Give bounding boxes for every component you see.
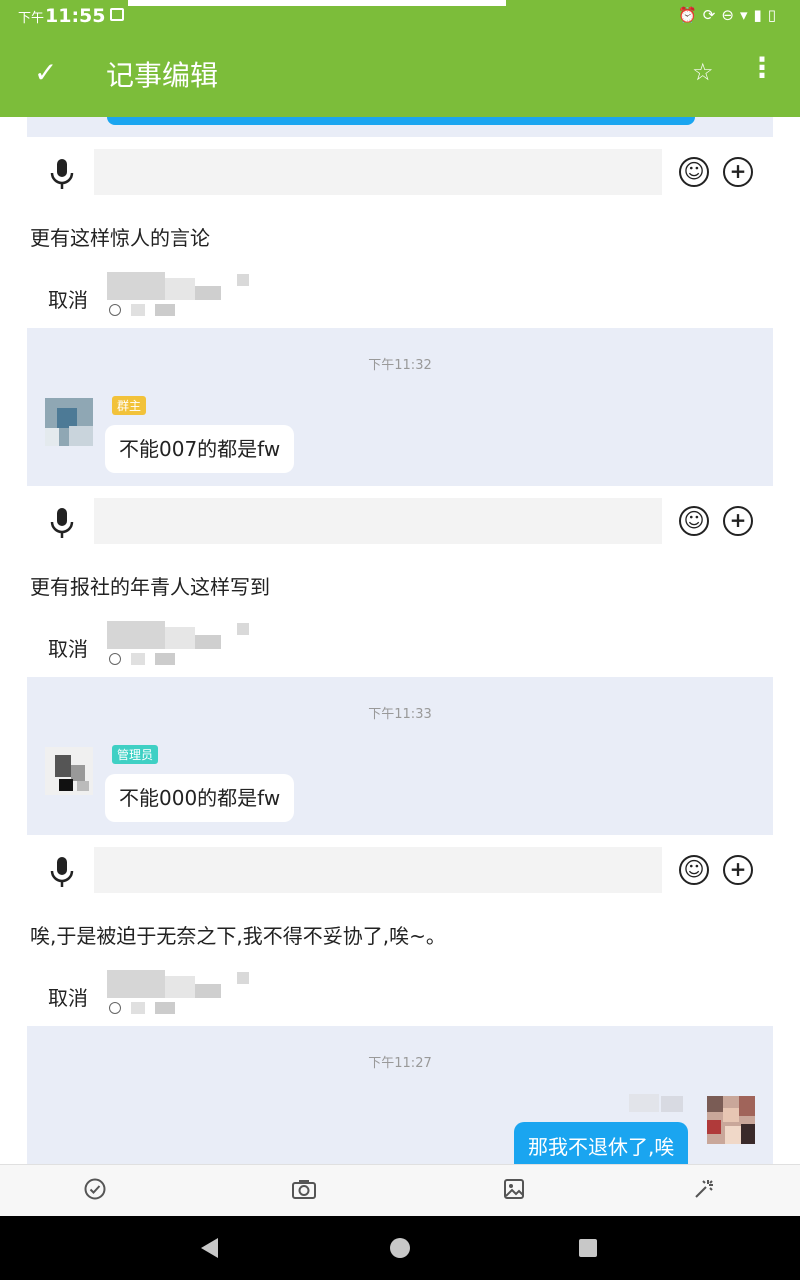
cancel-button[interactable]: 取消 [48,982,88,1011]
add-icon[interactable]: + [723,506,753,536]
confirm-check-icon[interactable]: ✓ [34,56,57,89]
avatar [707,1096,755,1144]
chat-input-row: ☺ + [0,149,800,197]
bottom-toolbar [0,1164,800,1217]
emoji-icon[interactable]: ☺ [679,855,709,885]
emoji-icon[interactable]: ☺ [679,506,709,536]
page-title: 记事编辑 [106,59,219,92]
emoji-icon[interactable]: ☺ [679,157,709,187]
chat-input-field[interactable] [94,149,662,195]
system-icons: ⏰⟳⊖▾▮▯ [678,6,782,24]
chat-screenshot: 下午11:27 那我不退休了,唉 [27,1026,773,1164]
chat-timestamp: 下午11:27 [368,1056,432,1071]
avatar [45,747,93,795]
image-icon[interactable] [501,1177,527,1203]
note-text-line: 更有报社的年青人这样写到 [30,575,270,599]
status-time: 下午11:55 [18,5,106,27]
owner-badge: 群主 [112,396,147,415]
avatar [45,398,93,446]
microphone-icon[interactable] [46,506,78,540]
chat-input-field[interactable] [94,498,662,544]
more-options-icon[interactable]: ⋮ [748,54,776,82]
cancel-row: 取消 [0,621,800,681]
microphone-icon[interactable] [46,157,78,191]
image-notification-icon [110,8,124,21]
overlay-bar [128,0,506,6]
app-bar: ✓ 记事编辑 ☆ ⋮ [0,32,800,117]
microphone-icon[interactable] [46,855,78,889]
recent-apps-icon[interactable] [579,1239,597,1257]
checklist-icon[interactable] [82,1177,108,1203]
chat-input-row: ☺ + [0,498,800,546]
chat-input-field[interactable] [94,847,662,893]
cancel-row: 取消 [0,970,800,1030]
note-content[interactable]: ☺ + 更有这样惊人的言论 取消 下午11:32 群主 不能007的都是fw ☺… [0,117,800,1164]
alarm-icon: ⏰ [678,6,703,24]
camera-icon[interactable] [291,1177,317,1203]
add-icon[interactable]: + [723,855,753,885]
battery-icon: ▯ [767,6,782,24]
add-icon[interactable]: + [723,157,753,187]
note-text-line: 唉,于是被迫于无奈之下,我不得不妥协了,唉~。 [30,924,446,948]
chat-screenshot-partial [27,117,773,137]
chat-bubble: 不能007的都是fw [105,425,295,473]
chat-bubble: 不能000的都是fw [105,774,295,822]
back-icon[interactable] [201,1238,218,1258]
chat-screenshot: 下午11:32 群主 不能007的都是fw [27,328,773,486]
chat-timestamp: 下午11:32 [368,358,432,373]
cancel-row: 取消 [0,272,800,332]
cancel-button[interactable]: 取消 [48,284,88,313]
cancel-button[interactable]: 取消 [48,633,88,662]
admin-badge: 管理员 [112,745,159,764]
chat-bubble-self: 那我不退休了,唉 [514,1122,689,1164]
navigation-bar [0,1216,800,1280]
magic-wand-icon[interactable] [691,1177,717,1203]
dnd-icon: ⊖ [721,6,740,24]
signal-icon: ▮ [753,6,768,24]
chat-timestamp: 下午11:33 [368,707,432,722]
star-icon[interactable]: ☆ [692,58,714,86]
home-icon[interactable] [390,1238,410,1258]
status-bar: 下午11:55 ⏰⟳⊖▾▮▯ [0,0,800,32]
chat-screenshot: 下午11:33 管理员 不能000的都是fw [27,677,773,835]
sync-icon: ⟳ [702,6,722,24]
wifi-icon: ▾ [739,6,754,24]
chat-input-row: ☺ + [0,847,800,895]
blue-bubble-edge [107,117,695,125]
note-text-line: 更有这样惊人的言论 [30,226,210,250]
